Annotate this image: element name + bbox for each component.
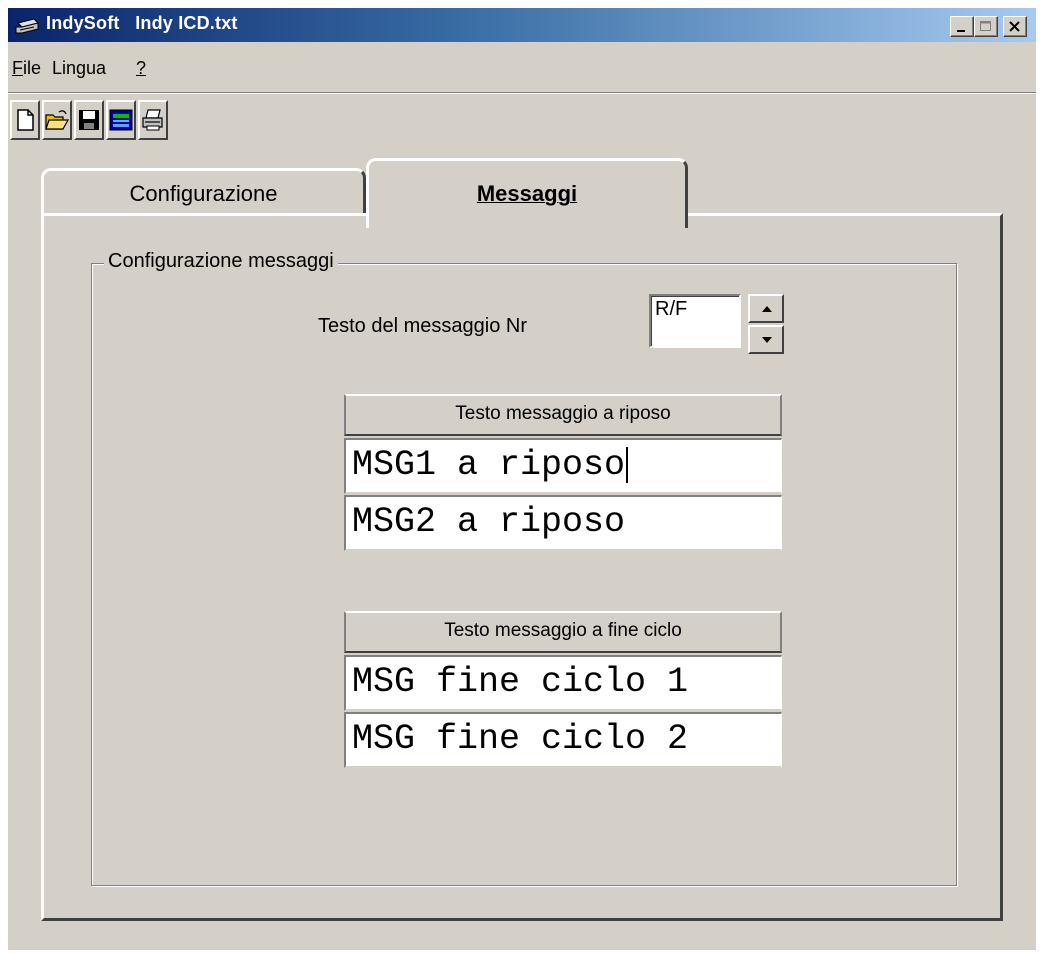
message-number-field[interactable]: R/F [649,294,741,348]
menu-help[interactable]: ? [136,58,146,79]
menu-file[interactable]: File [12,58,41,79]
message-number-spinner [748,294,784,354]
spin-down-button[interactable] [748,325,784,354]
close-button[interactable] [1003,16,1027,37]
minimize-button[interactable] [950,16,974,37]
text-caret [626,446,629,483]
menu-file-accelerator: F [12,58,23,78]
new-file-button[interactable] [10,100,40,140]
title-bar[interactable]: IndySoft Indy ICD.txt [8,8,1036,42]
menu-lingua[interactable]: Lingua [52,58,106,79]
menu-bar: File Lingua ? [8,54,1036,84]
printer-app-icon [14,17,40,35]
tab-configurazione-label: Configurazione [129,181,278,206]
app-window: IndySoft Indy ICD.txt File Lingua ? Conf… [8,8,1036,950]
end-messages-header: Testo messaggio a fine ciclo [344,611,782,653]
rest-message-1-text: MSG1 a riposo [352,445,626,485]
tab-panel-messaggi: Configurazione messaggi Testo del messag… [41,213,1003,921]
menu-file-label-rest: ile [23,58,42,78]
toolbar-separator [8,92,1036,94]
window-title: IndySoft Indy ICD.txt [46,13,238,33]
open-folder-button[interactable] [42,100,72,140]
save-button[interactable] [74,100,104,140]
tab-messaggi[interactable]: Messaggi [366,158,688,228]
display-button[interactable] [106,100,136,140]
end-message-1-field[interactable]: MSG fine ciclo 1 [344,655,782,711]
spin-up-button[interactable] [748,294,784,323]
print-button[interactable] [138,100,168,140]
messages-groupbox: Configurazione messaggi Testo del messag… [91,250,957,886]
message-number-label: Testo del messaggio Nr [318,315,527,337]
rest-message-2-field[interactable]: MSG2 a riposo [344,495,782,551]
rest-message-1-field[interactable]: MSG1 a riposo [344,438,782,494]
rest-messages-header: Testo messaggio a riposo [344,394,782,436]
maximize-button[interactable] [974,16,998,37]
tab-messaggi-label: Messaggi [476,181,578,206]
end-message-2-field[interactable]: MSG fine ciclo 2 [344,712,782,768]
group-title: Configurazione messaggi [104,250,338,273]
